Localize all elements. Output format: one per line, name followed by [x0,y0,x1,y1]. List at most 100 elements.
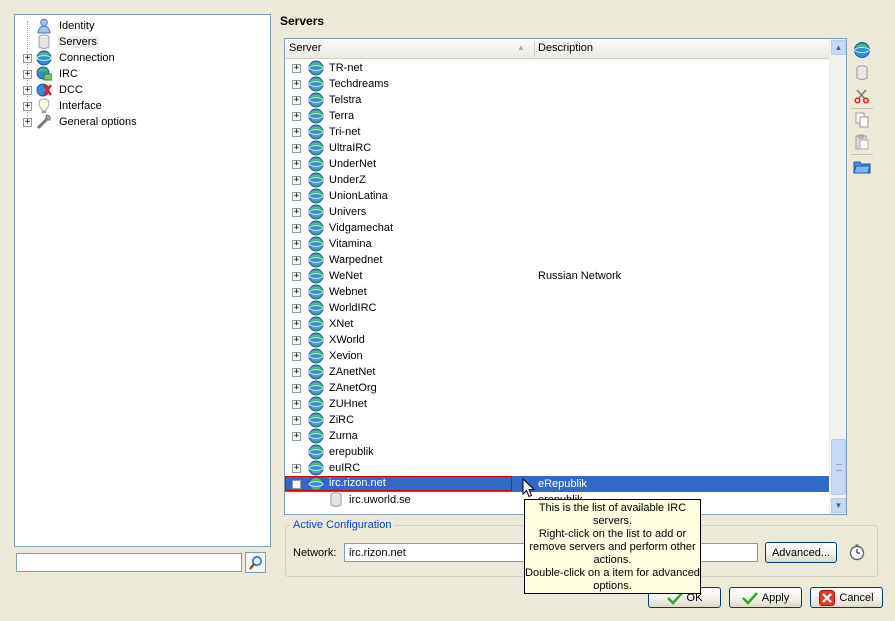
column-header-server[interactable]: Server [289,42,321,54]
expand-icon[interactable]: + [292,271,301,281]
server-row[interactable]: + Vidgamechat [285,220,830,236]
expand-icon[interactable]: + [292,367,301,377]
server-row[interactable]: + Univers [285,204,830,220]
network-label: Network: [293,547,337,559]
server-row[interactable]: + UnionLatina [285,188,830,204]
tree-item-dcc[interactable]: + DCC [23,82,85,98]
network-globe-icon [308,316,324,332]
cancel-button[interactable]: Cancel [810,587,883,608]
stopwatch-button[interactable] [848,543,866,561]
expand-icon[interactable]: + [292,303,301,313]
server-row[interactable]: + WeNet Russian Network [285,268,830,284]
expand-icon[interactable]: + [23,85,32,95]
expand-icon[interactable]: + [292,287,301,297]
tree-item-identity[interactable]: Identity [23,18,96,34]
vertical-scrollbar[interactable]: ▲ ▼ [829,39,846,514]
tree-item-irc[interactable]: + IRC [23,66,80,82]
new-network-button[interactable] [851,40,873,60]
server-row[interactable]: + WorldIRC [285,300,830,316]
active-configuration-legend: Active Configuration [290,519,395,531]
lightbulb-icon [38,98,50,113]
scroll-thumb[interactable] [831,439,846,495]
server-row[interactable]: + UltraIRC [285,140,830,156]
tree-item-connection[interactable]: + Connection [23,50,117,66]
server-row[interactable]: + XNet [285,316,830,332]
server-row[interactable]: − irc.rizon.net eRepublik [285,476,830,492]
server-row[interactable]: + ZUHnet [285,396,830,412]
network-globe-icon [308,140,324,156]
server-row[interactable]: + Warpednet [285,252,830,268]
expand-icon[interactable]: + [292,159,301,169]
server-row[interactable]: erepublik [285,444,830,460]
expand-icon[interactable]: + [292,143,301,153]
server-row[interactable]: + Terra [285,108,830,124]
server-row[interactable]: + UnderZ [285,172,830,188]
server-row[interactable]: + Vitamina [285,236,830,252]
tree-item-interface[interactable]: + Interface [23,98,104,114]
options-search-button[interactable] [245,552,266,573]
server-row[interactable]: + Techdreams [285,76,830,92]
options-search-input[interactable] [16,553,242,572]
network-globe-icon [308,156,324,172]
expand-icon[interactable]: + [292,399,301,409]
server-list[interactable]: Server ▲ Description + TR-net + Techdreams +… [284,38,847,515]
network-globe-icon [308,396,324,412]
paste-button[interactable] [851,132,873,152]
column-header-description[interactable]: Description [538,42,593,54]
server-row[interactable]: + TR-net [285,60,830,76]
expand-icon[interactable]: + [292,175,301,185]
server-row[interactable]: + ZiRC [285,412,830,428]
expand-icon[interactable]: + [23,117,32,127]
expand-icon[interactable]: + [23,101,32,111]
expand-icon[interactable]: + [292,383,301,393]
expand-icon[interactable]: + [292,239,301,249]
server-row[interactable]: + ZAnetNet [285,364,830,380]
scroll-down-button[interactable]: ▼ [831,498,846,513]
expand-icon[interactable]: + [292,335,301,345]
expand-icon[interactable]: + [292,351,301,361]
tree-item-servers[interactable]: Servers [23,34,99,50]
server-row[interactable]: + Telstra [285,92,830,108]
server-name: erepublik [329,446,374,458]
server-row[interactable]: + euIRC [285,460,830,476]
server-row[interactable]: + UnderNet [285,156,830,172]
server-row[interactable]: + Zurna [285,428,830,444]
expand-icon[interactable]: + [23,69,32,79]
apply-button[interactable]: Apply [729,587,802,608]
server-name: UnderNet [329,158,377,170]
server-row[interactable]: + Tri-net [285,124,830,140]
expand-icon[interactable]: + [292,127,301,137]
tree-item-general-options[interactable]: + General options [23,114,139,130]
options-tree[interactable]: Identity Servers + Connection + IRC + DCC + Inter… [14,14,271,547]
mouse-cursor-icon [522,478,536,498]
server-row[interactable]: + Xevion [285,348,830,364]
expand-icon[interactable]: + [292,463,301,473]
server-row[interactable]: + XWorld [285,332,830,348]
cut-button[interactable] [851,86,873,106]
expand-icon[interactable]: + [292,111,301,121]
expand-icon[interactable]: + [23,53,32,63]
expand-icon[interactable]: + [292,95,301,105]
copy-button[interactable] [851,110,873,130]
server-row[interactable]: + ZAnetOrg [285,380,830,396]
server-name: Techdreams [329,78,389,90]
expand-icon[interactable]: + [292,319,301,329]
expand-icon[interactable]: + [292,431,301,441]
scroll-up-button[interactable]: ▲ [831,40,846,55]
network-globe-icon [308,108,324,124]
expand-icon[interactable]: + [292,255,301,265]
import-button[interactable] [851,157,873,177]
network-globe-icon [308,220,324,236]
server-row[interactable]: + Webnet [285,284,830,300]
expand-icon[interactable]: + [292,79,301,89]
advanced-button[interactable]: Advanced... [765,542,837,563]
expand-icon[interactable]: + [292,207,301,217]
server-icon [330,492,342,507]
expand-icon[interactable]: + [292,191,301,201]
expand-icon[interactable]: + [292,223,301,233]
expand-icon[interactable]: + [292,63,301,73]
advanced-button-label: Advanced... [771,546,831,559]
new-server-button[interactable] [851,63,873,83]
cut-icon [854,89,870,104]
expand-icon[interactable]: + [292,415,301,425]
